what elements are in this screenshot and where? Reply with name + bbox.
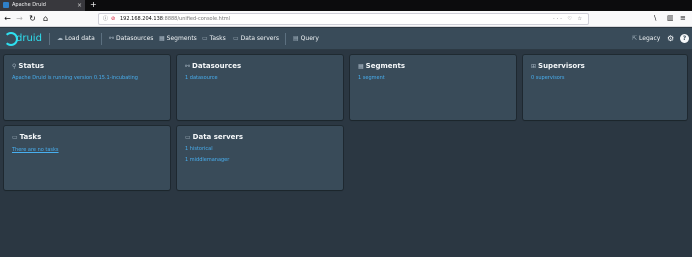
- header-divider: [49, 33, 50, 45]
- nav-segments-label: Segments: [166, 35, 197, 42]
- nav-load-data-label: Load data: [65, 35, 95, 42]
- druid-header: druid ☁ Load data ⚯ Datasources ▦ Segments …: [0, 28, 692, 50]
- segments-card-title: ▦ Segments: [358, 61, 405, 72]
- segments-icon: ▦: [159, 35, 165, 42]
- tasks-card[interactable]: ▭ Tasks There are no tasks: [4, 126, 170, 190]
- url-text: 192.168.204.138:8888/unified-console.htm…: [120, 14, 230, 24]
- data-servers-card-title: ▭ Data servers: [185, 132, 243, 143]
- url-bar[interactable]: ⓘ ⊘ 192.168.204.138:8888/unified-console…: [98, 13, 589, 25]
- url-path: :8888/unified-console.html: [162, 16, 231, 22]
- nav-data-servers-label: Data servers: [240, 35, 280, 42]
- historical-count[interactable]: 1 historical: [185, 146, 213, 153]
- legacy-label: Legacy: [639, 35, 661, 42]
- data-servers-title-text: Data servers: [192, 133, 244, 141]
- data-servers-icon: ▭: [185, 134, 191, 141]
- nav-query[interactable]: ▤ Query: [293, 28, 319, 50]
- status-version-text[interactable]: Apache Druid is running version 0.15.1-i…: [12, 75, 138, 82]
- browser-tab[interactable]: Apache Druid ×: [0, 0, 85, 11]
- druid-logo[interactable]: druid: [4, 31, 44, 47]
- header-divider: [101, 33, 102, 45]
- druid-favicon-icon: [3, 2, 9, 8]
- tasks-icon: ▭: [202, 35, 208, 42]
- site-info-icon[interactable]: ⓘ: [103, 14, 108, 24]
- status-card[interactable]: ⚲ Status Apache Druid is running version …: [4, 55, 170, 120]
- middlemanager-count[interactable]: 1 middlemanager: [185, 157, 229, 164]
- nav-data-servers[interactable]: ▭ Data servers: [233, 28, 279, 50]
- settings-icon[interactable]: ⚙: [667, 28, 674, 50]
- nav-datasources[interactable]: ⚯ Datasources: [109, 28, 153, 50]
- nav-segments[interactable]: ▦ Segments: [159, 28, 197, 50]
- library-icon[interactable]: \: [654, 13, 656, 24]
- datasources-icon: ⚯: [185, 63, 191, 70]
- nav-tasks[interactable]: ▭ Tasks: [202, 28, 226, 50]
- supervisors-card-title: ⊞ Supervisors: [531, 61, 585, 72]
- datasources-title-text: Datasources: [192, 62, 242, 70]
- browser-tab-title: Apache Druid: [12, 2, 46, 8]
- nav-load-data[interactable]: ☁ Load data: [57, 28, 95, 50]
- forward-button[interactable]: →: [14, 13, 25, 24]
- url-host: 192.168.204.138: [120, 16, 163, 22]
- nav-tasks-label: Tasks: [209, 35, 226, 42]
- tasks-title-text: Tasks: [19, 133, 42, 141]
- segments-title-text: Segments: [365, 62, 406, 70]
- datasources-icon: ⚯: [109, 35, 115, 42]
- segments-count[interactable]: 1 segment: [358, 75, 385, 82]
- status-title-text: Status: [18, 62, 45, 70]
- page-actions-icon[interactable]: ··· ♡ ☆: [553, 14, 584, 24]
- supervisors-card[interactable]: ⊞ Supervisors 0 supervisors: [523, 55, 687, 120]
- data-servers-card[interactable]: ▭ Data servers 1 historical 1 middlemanag…: [177, 126, 343, 190]
- tasks-icon: ▭: [12, 134, 18, 141]
- header-divider: [285, 33, 286, 45]
- new-tab-button[interactable]: +: [90, 0, 97, 10]
- satellite-icon: ⚲: [12, 63, 17, 70]
- data-servers-icon: ▭: [233, 35, 239, 42]
- datasources-card-title: ⚯ Datasources: [185, 61, 241, 72]
- close-tab-icon[interactable]: ×: [77, 0, 82, 11]
- supervisors-title-text: Supervisors: [538, 62, 585, 70]
- druid-logo-text: druid: [16, 33, 42, 44]
- help-icon[interactable]: ?: [680, 34, 689, 43]
- status-card-title: ⚲ Status: [12, 61, 44, 72]
- query-icon: ▤: [293, 35, 299, 42]
- back-button[interactable]: ←: [2, 13, 13, 24]
- legacy-button[interactable]: ⇱ Legacy: [632, 28, 660, 50]
- segments-icon: ▦: [358, 63, 364, 70]
- supervisors-icon: ⊞: [531, 63, 537, 70]
- browser-tab-bar: Apache Druid × +: [0, 0, 692, 11]
- browser-toolbar: ← → ↻ ⌂ ⓘ ⊘ 192.168.204.138:8888/unified…: [0, 11, 692, 27]
- segments-card[interactable]: ▦ Segments 1 segment: [350, 55, 516, 120]
- browser-menu-icon[interactable]: ≡: [680, 13, 686, 24]
- share-icon: ⇱: [632, 35, 638, 42]
- cloud-upload-icon: ☁: [57, 35, 63, 42]
- nav-datasources-label: Datasources: [116, 35, 154, 42]
- home-button[interactable]: ⌂: [40, 13, 51, 24]
- datasources-card[interactable]: ⚯ Datasources 1 datasource: [177, 55, 343, 120]
- reload-button[interactable]: ↻: [27, 13, 38, 24]
- nav-query-label: Query: [300, 35, 319, 42]
- supervisors-count[interactable]: 0 supervisors: [531, 75, 565, 82]
- tasks-card-title: ▭ Tasks: [12, 132, 41, 143]
- tasks-empty-link[interactable]: There are no tasks: [12, 147, 59, 154]
- insecure-lock-icon[interactable]: ⊘: [111, 14, 115, 24]
- datasources-count[interactable]: 1 datasource: [185, 75, 218, 82]
- sidebar-toggle-icon[interactable]: ▥: [667, 13, 674, 24]
